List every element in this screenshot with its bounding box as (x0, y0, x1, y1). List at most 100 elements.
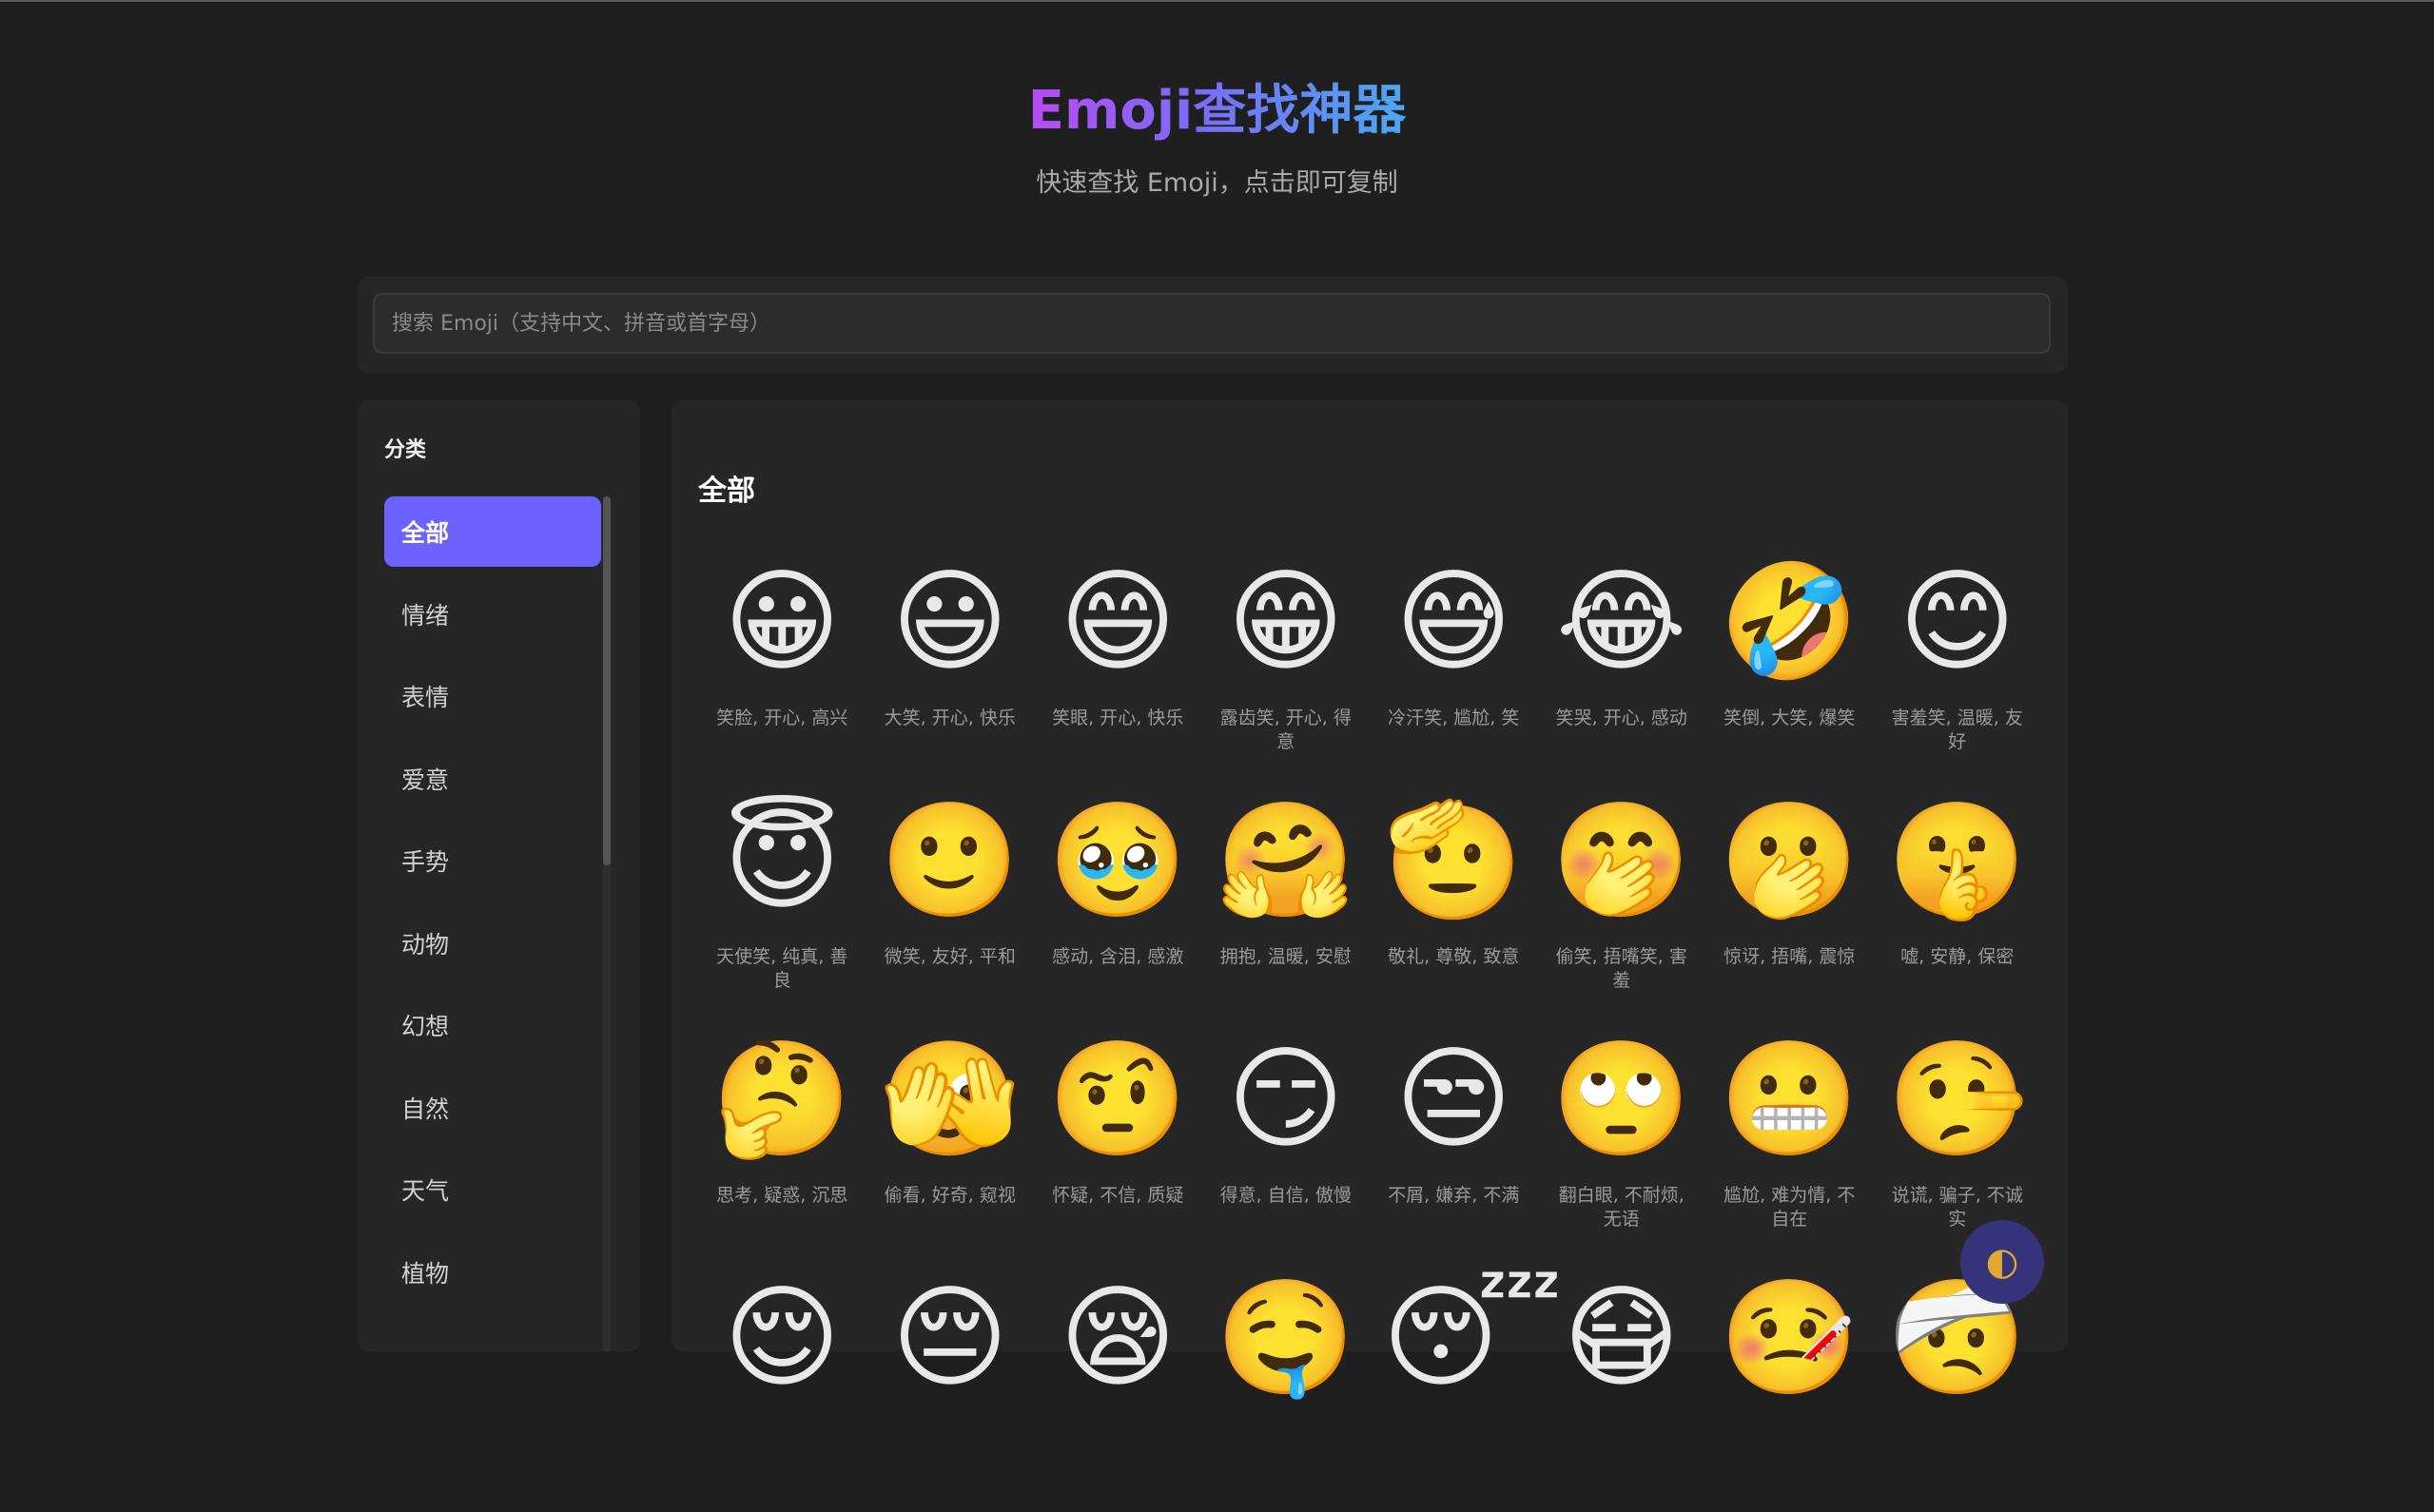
emoji-glyph: 😁 (1227, 555, 1345, 687)
emoji-label: 偷笑, 捂嘴笑, 害羞 (1555, 946, 1687, 991)
emoji-label: 怀疑, 不信, 质疑 (1052, 1185, 1184, 1206)
emoji-glyph: 🙄 (1551, 1033, 1692, 1164)
emoji-glyph: 😷 (1563, 1271, 1681, 1403)
page-title: Emoji查找神器 (1028, 68, 1406, 154)
page-subtitle: 快速查找 Emoji，点击即可复制 (1036, 168, 1398, 198)
emoji-label: 翻白眼, 不耐烦, 无语 (1558, 1185, 1684, 1230)
emoji-card[interactable]: 😴 (1370, 1271, 1563, 1512)
search-input[interactable] (373, 293, 2051, 354)
emoji-card[interactable]: 🫣 偷看, 好奇, 窥视 (867, 1035, 1035, 1273)
category-item-emotion[interactable]: 情绪 (384, 579, 601, 649)
emoji-glyph: 😊 (1899, 555, 2016, 687)
emoji-glyph: 🙂 (880, 794, 1021, 925)
emoji-label: 得意, 自信, 傲慢 (1219, 1185, 1352, 1206)
emoji-glyph: 🥹 (1047, 794, 1188, 925)
emoji-label: 笑脸, 开心, 高兴 (716, 708, 848, 728)
emoji-card[interactable]: 😂 笑哭, 开心, 感动 (1538, 557, 1706, 796)
emoji-label: 感动, 含泪, 感激 (1052, 946, 1184, 967)
emoji-card[interactable]: 🤤 (1202, 1273, 1371, 1512)
emoji-label: 思考, 疑惑, 沉思 (716, 1185, 848, 1206)
emoji-glyph: 🫢 (1719, 794, 1860, 925)
emoji-card[interactable]: 🤨 怀疑, 不信, 质疑 (1034, 1035, 1202, 1273)
sidebar-title: 分类 (384, 438, 427, 462)
emoji-glyph: 🤭 (1551, 794, 1692, 925)
emoji-label: 惊讶, 捂嘴, 震惊 (1723, 946, 1856, 967)
category-item-plant[interactable]: 植物 (384, 1237, 601, 1308)
emoji-card[interactable]: 🤣 笑倒, 大笑, 爆笑 (1705, 557, 1874, 796)
emoji-glyph: 🤣 (1719, 555, 1860, 687)
emoji-label: 大笑, 开心, 快乐 (884, 708, 1016, 728)
emoji-label: 天使笑, 纯真, 善良 (716, 946, 848, 991)
emoji-label: 偷看, 好奇, 窥视 (884, 1185, 1016, 1206)
emoji-card[interactable]: 😀 笑脸, 开心, 高兴 (698, 557, 867, 796)
emoji-glyph: 😔 (891, 1271, 1009, 1403)
emoji-card[interactable]: 😊 害羞笑, 温暖, 友好 (1874, 557, 2042, 796)
emoji-glyph: 🫡 (1383, 794, 1524, 925)
emoji-label: 嘘, 安静, 保密 (1900, 946, 2015, 967)
emoji-card[interactable]: 😄 笑眼, 开心, 快乐 (1034, 557, 1202, 796)
emoji-card[interactable]: 😔 (867, 1273, 1035, 1512)
emoji-card[interactable]: 😇 天使笑, 纯真, 善良 (698, 796, 867, 1035)
emoji-card[interactable]: 🤕 (1874, 1273, 2042, 1512)
emoji-card[interactable]: 😷 (1538, 1273, 1706, 1512)
sidebar-scrollbar-thumb[interactable] (603, 496, 611, 865)
emoji-label: 拥抱, 温暖, 安慰 (1219, 946, 1352, 967)
category-item-gesture[interactable]: 手势 (384, 825, 601, 896)
emoji-glyph: 🫣 (880, 1033, 1021, 1164)
emoji-glyph: 😪 (1059, 1271, 1177, 1403)
emoji-card[interactable]: 😅 冷汗笑, 尴尬, 笑 (1370, 557, 1538, 796)
emoji-glyph: 😏 (1227, 1033, 1345, 1164)
category-item-all[interactable]: 全部 (384, 496, 601, 567)
emoji-card[interactable]: 🥹 感动, 含泪, 感激 (1034, 796, 1202, 1035)
emoji-card[interactable]: 🤗 拥抱, 温暖, 安慰 (1202, 796, 1371, 1035)
emoji-grid: 😀 笑脸, 开心, 高兴 😃 大笑, 开心, 快乐 😄 笑眼, 开心, 快乐 😁 露齿笑, 开… (698, 557, 2041, 1512)
category-item-expression[interactable]: 表情 (384, 661, 601, 731)
emoji-card[interactable]: 🫡 敬礼, 尊敬, 致意 (1370, 796, 1538, 1035)
emoji-label: 微笑, 友好, 平和 (884, 946, 1016, 967)
emoji-card[interactable]: 🙂 微笑, 友好, 平和 (867, 796, 1035, 1035)
emoji-glyph: 😴 (1382, 1271, 1563, 1403)
emoji-card[interactable]: 🤭 偷笑, 捂嘴笑, 害羞 (1538, 796, 1706, 1035)
window-top-border (0, 0, 2434, 2)
emoji-glyph: 😬 (1719, 1033, 1860, 1164)
category-item-fantasy[interactable]: 幻想 (384, 990, 601, 1060)
emoji-glyph: 🤗 (1216, 794, 1356, 925)
emoji-card[interactable]: 🫢 惊讶, 捂嘴, 震惊 (1705, 796, 1874, 1035)
emoji-glyph: 😄 (1059, 555, 1177, 687)
category-item-weather[interactable]: 天气 (384, 1154, 601, 1225)
emoji-card[interactable]: 🙄 翻白眼, 不耐烦, 无语 (1538, 1035, 1706, 1273)
emoji-label: 笑眼, 开心, 快乐 (1052, 708, 1184, 728)
emoji-glyph: 😀 (723, 555, 841, 687)
section-title: 全部 (698, 475, 755, 508)
emoji-glyph: 🤥 (1887, 1033, 2028, 1164)
emoji-glyph: 🤔 (711, 1033, 852, 1164)
emoji-glyph: 🤤 (1216, 1271, 1356, 1403)
half-circle-icon: ◐ (1985, 1240, 2019, 1284)
category-item-animal[interactable]: 动物 (384, 908, 601, 979)
category-item-love[interactable]: 爱意 (384, 744, 601, 814)
emoji-glyph: 😃 (891, 555, 1009, 687)
emoji-card[interactable]: 😪 (1034, 1273, 1202, 1512)
emoji-label: 敬礼, 尊敬, 致意 (1388, 946, 1520, 967)
emoji-card[interactable]: 😏 得意, 自信, 傲慢 (1202, 1035, 1371, 1273)
emoji-card[interactable]: 😒 不屑, 嫌弃, 不满 (1370, 1035, 1538, 1273)
theme-toggle-button[interactable]: ◐ (1960, 1220, 2044, 1304)
emoji-card[interactable]: 😁 露齿笑, 开心, 得意 (1202, 557, 1371, 796)
category-list: 全部 情绪 表情 爱意 手势 动物 幻想 自然 天气 植物 (384, 496, 601, 1319)
emoji-card[interactable]: 🤔 思考, 疑惑, 沉思 (698, 1035, 867, 1273)
emoji-label: 不屑, 嫌弃, 不满 (1388, 1185, 1520, 1206)
emoji-card[interactable]: 🤒 (1705, 1273, 1874, 1512)
emoji-glyph: 🤨 (1047, 1033, 1188, 1164)
emoji-card[interactable]: 🤫 嘘, 安静, 保密 (1874, 796, 2042, 1035)
category-sidebar: 分类 全部 情绪 表情 爱意 手势 动物 幻想 自然 天气 植物 (358, 400, 640, 1352)
emoji-card[interactable]: 😬 尴尬, 难为情, 不自在 (1705, 1035, 1874, 1273)
emoji-glyph: 😂 (1555, 555, 1687, 687)
emoji-glyph: 🤫 (1887, 794, 2028, 925)
emoji-card[interactable]: 😃 大笑, 开心, 快乐 (867, 557, 1035, 796)
emoji-glyph: 😇 (723, 794, 841, 925)
sidebar-scrollbar[interactable] (603, 496, 611, 1352)
emoji-label: 笑哭, 开心, 感动 (1555, 708, 1687, 728)
search-panel (358, 277, 2068, 373)
category-item-nature[interactable]: 自然 (384, 1073, 601, 1143)
emoji-card[interactable]: 😌 (698, 1273, 867, 1512)
